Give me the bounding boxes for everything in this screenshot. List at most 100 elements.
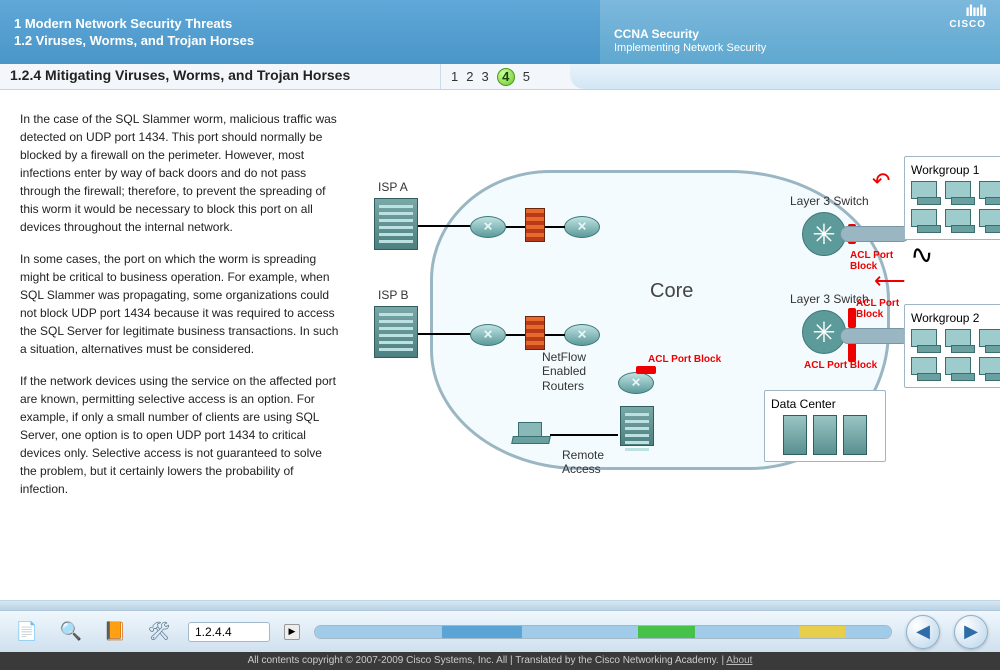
network-diagram: Core ISP A ISP B NetFlow Enabled Routers…	[350, 90, 1000, 620]
worm-icon: ∿	[907, 236, 936, 273]
data-center-title: Data Center	[771, 397, 836, 411]
remote-access-label: Remote Access	[562, 448, 604, 477]
acl-block-icon	[848, 308, 856, 328]
index-button[interactable]: 📄	[12, 617, 42, 647]
server-icon	[843, 415, 867, 455]
pc-icon	[911, 329, 941, 353]
pc-icon	[911, 357, 941, 381]
isp-a-label: ISP A	[378, 180, 408, 194]
link-line	[545, 226, 565, 228]
course-name: CCNA Security	[614, 27, 986, 41]
header-right: ılıılı CISCO CCNA Security Implementing …	[600, 0, 1000, 64]
header: 1 Modern Network Security Threats 1.2 Vi…	[0, 0, 1000, 64]
course-subtitle: Implementing Network Security	[614, 42, 986, 54]
pc-icon	[979, 209, 1000, 233]
router-icon	[470, 216, 506, 238]
red-arrow-icon: ⟵	[874, 268, 906, 294]
chapter-title: 1 Modern Network Security Threats	[14, 16, 586, 31]
remote-access-server-icon	[620, 406, 654, 446]
cisco-logo: ılıılı CISCO	[949, 6, 986, 30]
link-line	[506, 226, 525, 228]
data-center-servers	[783, 415, 867, 455]
link-line	[545, 334, 565, 336]
workgroup-1-box: Workgroup 1	[904, 156, 1000, 240]
pc-icon	[945, 209, 975, 233]
pc-icon	[979, 181, 1000, 205]
red-arrow-icon: ↶	[872, 168, 890, 194]
data-center-box: Data Center	[764, 390, 886, 462]
subheader: 1.2.4 Mitigating Viruses, Worms, and Tro…	[0, 64, 1000, 90]
logo-text: CISCO	[949, 19, 986, 30]
pc-icon	[911, 181, 941, 205]
workgroup-2-title: Workgroup 2	[911, 311, 1000, 325]
paragraph-2: In some cases, the port on which the wor…	[20, 250, 340, 358]
pc-icon	[945, 329, 975, 353]
about-link[interactable]: About	[726, 655, 752, 666]
acl-block-icon	[636, 366, 656, 374]
link-line	[506, 334, 525, 336]
copyright-text: All contents copyright © 2007-2009 Cisco…	[248, 655, 727, 666]
page-4[interactable]: 4	[497, 68, 515, 86]
page-3[interactable]: 3	[481, 69, 488, 84]
isp-a-rack-icon	[374, 198, 418, 250]
prev-button[interactable]: ◀	[906, 615, 940, 649]
search-button[interactable]: 🔍	[56, 617, 86, 647]
pc-icon	[911, 209, 941, 233]
pc-icon	[945, 181, 975, 205]
workgroup-2-hosts	[911, 329, 1000, 381]
pc-icon	[979, 357, 1000, 381]
workgroup-1-title: Workgroup 1	[911, 163, 1000, 177]
link-line	[418, 225, 474, 227]
acl-port-block-label: ACL Port Block	[804, 360, 877, 371]
switch-icon	[802, 310, 846, 354]
l3-switch-label-1: Layer 3 Switch	[790, 194, 869, 208]
acl-port-block-label: ACL Port Block	[648, 354, 721, 365]
netflow-label: NetFlow Enabled Routers	[542, 350, 586, 393]
pc-icon	[979, 329, 1000, 353]
logo-bars-icon: ılıılı	[949, 6, 986, 19]
header-left: 1 Modern Network Security Threats 1.2 Vi…	[0, 0, 600, 64]
core-label: Core	[650, 280, 693, 303]
firewall-icon	[525, 316, 545, 350]
copyright-bar: All contents copyright © 2007-2009 Cisco…	[0, 652, 1000, 670]
page-5[interactable]: 5	[523, 69, 530, 84]
glossary-button[interactable]: 📙	[100, 617, 130, 647]
next-button[interactable]: ▶	[954, 615, 988, 649]
section-title: 1.2 Viruses, Worms, and Trojan Horses	[14, 33, 586, 48]
pc-icon	[945, 357, 975, 381]
acl-block-icon	[848, 342, 856, 362]
isp-b-rack-icon	[374, 306, 418, 358]
page-1[interactable]: 1	[451, 69, 458, 84]
workgroup-2-box: Workgroup 2	[904, 304, 1000, 388]
isp-b-label: ISP B	[378, 288, 408, 302]
tools-button[interactable]: 🛠	[144, 617, 174, 647]
server-icon	[813, 415, 837, 455]
subhead-fill	[570, 64, 1000, 89]
acl-port-block-label: ACL Port Block	[856, 298, 899, 320]
server-icon	[783, 415, 807, 455]
link-line	[418, 333, 474, 335]
toolbar: 📄 🔍 📙 🛠 ▶ ◀ ▶	[0, 610, 1000, 652]
firewall-icon	[525, 208, 545, 242]
laptop-icon	[512, 422, 548, 444]
pipe-icon	[840, 328, 910, 344]
router-icon	[564, 324, 600, 346]
progress-bar[interactable]	[314, 625, 892, 639]
paragraph-3: If the network devices using the service…	[20, 372, 340, 498]
location-input[interactable]	[188, 622, 270, 642]
page-selector: 1 2 3 4 5	[440, 64, 570, 89]
router-icon	[618, 372, 654, 394]
workgroup-1-hosts	[911, 181, 1000, 233]
lesson-text: In the case of the SQL Slammer worm, mal…	[0, 90, 350, 620]
pipe-icon	[840, 226, 910, 242]
link-line	[550, 434, 618, 436]
main-content: In the case of the SQL Slammer worm, mal…	[0, 90, 1000, 620]
topic-title: 1.2.4 Mitigating Viruses, Worms, and Tro…	[0, 64, 440, 89]
footer-divider	[0, 600, 1000, 610]
footer: 📄 🔍 📙 🛠 ▶ ◀ ▶ All contents copyright © 2…	[0, 600, 1000, 670]
go-button[interactable]: ▶	[284, 624, 300, 640]
page-2[interactable]: 2	[466, 69, 473, 84]
router-icon	[564, 216, 600, 238]
router-icon	[470, 324, 506, 346]
paragraph-1: In the case of the SQL Slammer worm, mal…	[20, 110, 340, 236]
